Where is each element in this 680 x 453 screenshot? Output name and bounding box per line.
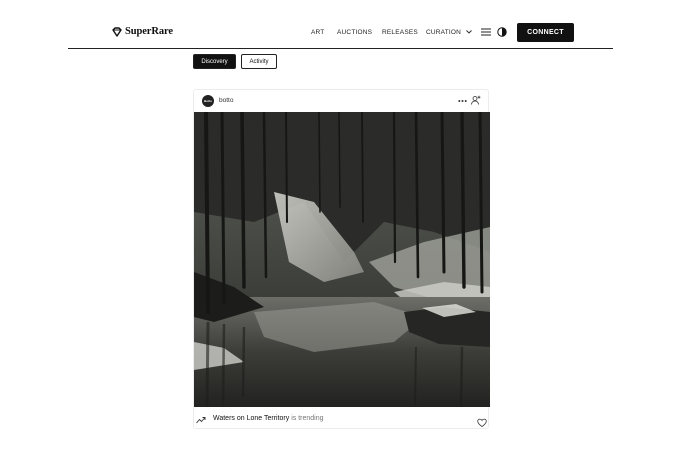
- follow-icon[interactable]: [471, 95, 481, 105]
- nav-auctions[interactable]: AUCTIONS: [337, 29, 372, 36]
- nav-art[interactable]: ART: [311, 29, 324, 36]
- trending-row: Waters on Lone Territory is trending: [194, 413, 490, 428]
- more-icon[interactable]: [458, 99, 467, 103]
- tab-discovery[interactable]: Discovery: [193, 54, 236, 69]
- chevron-down-icon: [466, 30, 472, 34]
- tab-activity[interactable]: Activity: [241, 54, 277, 69]
- trending-icon: [196, 417, 206, 424]
- trending-text: Waters on Lone Territory is trending: [213, 415, 324, 422]
- card-header: Botto botto: [194, 90, 490, 112]
- artist-name[interactable]: botto: [219, 97, 233, 104]
- nav-curation-label: CURATION: [426, 29, 462, 36]
- diamond-logo-icon: [112, 26, 122, 37]
- artwork-image[interactable]: [194, 112, 490, 407]
- artwork-card: Botto botto Waters on Lone Territory is …: [193, 89, 490, 429]
- brand-logo[interactable]: SuperRare: [112, 26, 173, 37]
- avatar[interactable]: Botto: [202, 95, 214, 107]
- heart-icon[interactable]: [477, 418, 487, 428]
- nav-releases[interactable]: RELEASES: [382, 29, 418, 36]
- trending-artwork-title[interactable]: Waters on Lone Territory: [213, 415, 289, 422]
- site-header: SuperRare ART AUCTIONS RELEASES CURATION…: [68, 18, 613, 49]
- feed-tabs: Discovery Activity: [193, 54, 277, 69]
- connect-button[interactable]: CONNECT: [517, 23, 574, 42]
- brand-name: SuperRare: [125, 26, 173, 37]
- contrast-icon[interactable]: [497, 27, 507, 37]
- trending-suffix: is trending: [291, 415, 324, 422]
- menu-icon[interactable]: [481, 28, 491, 36]
- nav-curation[interactable]: CURATION: [426, 29, 472, 36]
